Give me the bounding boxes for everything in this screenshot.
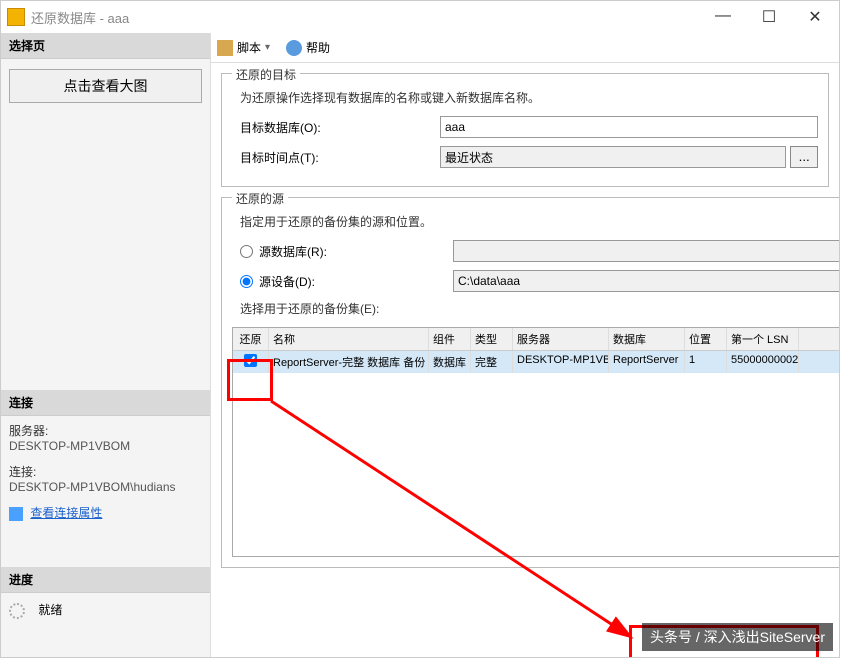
maximize-button[interactable]: ☐ bbox=[755, 7, 783, 27]
source-db-label: 源数据库(R): bbox=[259, 243, 453, 260]
grid-header-restore: 还原 bbox=[233, 328, 269, 350]
script-icon bbox=[217, 40, 233, 56]
source-db-field bbox=[453, 240, 839, 262]
grid-cell-server: DESKTOP-MP1VBOM bbox=[513, 351, 609, 373]
target-instruction: 为还原操作选择现有数据库的名称或键入新数据库名称。 bbox=[232, 89, 818, 106]
target-db-label: 目标数据库(O): bbox=[240, 119, 440, 136]
grid-header-name: 名称 bbox=[269, 328, 429, 350]
grid-header-firstlsn: 第一个 LSN bbox=[727, 328, 799, 350]
source-device-radio[interactable] bbox=[240, 275, 253, 288]
target-time-label: 目标时间点(T): bbox=[240, 149, 440, 166]
grid-cell-position: 1 bbox=[685, 351, 727, 373]
select-page-header: 选择页 bbox=[1, 33, 210, 59]
restore-checkbox[interactable] bbox=[244, 354, 257, 367]
restore-target-legend: 还原的目标 bbox=[232, 66, 300, 83]
server-label: 服务器: bbox=[9, 422, 202, 439]
grid-cell-component: 数据库 bbox=[429, 351, 471, 373]
backup-sets-label: 选择用于还原的备份集(E): bbox=[232, 300, 839, 317]
source-device-label: 源设备(D): bbox=[259, 273, 453, 290]
target-db-combo[interactable] bbox=[440, 116, 818, 138]
grid-header-position: 位置 bbox=[685, 328, 727, 350]
help-icon bbox=[286, 40, 302, 56]
grid-header-type: 类型 bbox=[471, 328, 513, 350]
grid-header-server: 服务器 bbox=[513, 328, 609, 350]
grid-header-component: 组件 bbox=[429, 328, 471, 350]
restore-target-group: 还原的目标 为还原操作选择现有数据库的名称或键入新数据库名称。 目标数据库(O)… bbox=[221, 73, 829, 187]
minimize-button[interactable]: — bbox=[709, 7, 737, 27]
grid-cell-type: 完整 bbox=[471, 351, 513, 373]
connection-label: 连接: bbox=[9, 463, 202, 480]
view-connection-props-link[interactable]: 查看连接属性 bbox=[30, 506, 102, 520]
close-button[interactable]: ✕ bbox=[801, 7, 829, 27]
help-button[interactable]: 帮助 bbox=[306, 39, 330, 56]
toolbar: 脚本 ▾ 帮助 bbox=[211, 33, 839, 63]
source-instruction: 指定用于还原的备份集的源和位置。 bbox=[232, 213, 839, 230]
window-icon bbox=[7, 8, 25, 26]
grid-header-database: 数据库 bbox=[609, 328, 685, 350]
target-time-browse-button[interactable]: ... bbox=[790, 146, 818, 168]
big-image-button[interactable]: 点击查看大图 bbox=[9, 69, 202, 103]
target-time-field bbox=[440, 146, 786, 168]
window-title: 还原数据库 - aaa bbox=[31, 8, 709, 27]
connection-header: 连接 bbox=[1, 390, 210, 416]
titlebar: 还原数据库 - aaa — ☐ ✕ bbox=[1, 1, 839, 33]
script-dropdown-icon[interactable]: ▾ bbox=[265, 42, 270, 53]
restore-source-group: 还原的源 指定用于还原的备份集的源和位置。 源数据库(R): bbox=[221, 197, 839, 568]
restore-source-legend: 还原的源 bbox=[232, 190, 288, 207]
source-device-field bbox=[453, 270, 839, 292]
connection-value: DESKTOP-MP1VBOM\hudians bbox=[9, 480, 202, 494]
progress-status: 就绪 bbox=[38, 603, 62, 617]
grid-cell-name: ReportServer-完整 数据库 备份 bbox=[269, 351, 429, 373]
watermark: 头条号 / 深入浅出SiteServer bbox=[642, 623, 833, 651]
grid-cell-database: ReportServer bbox=[609, 351, 685, 373]
sidebar: 选择页 点击查看大图 连接 服务器: DESKTOP-MP1VBOM 连接: D… bbox=[1, 33, 211, 657]
server-value: DESKTOP-MP1VBOM bbox=[9, 439, 202, 453]
grid-row[interactable]: ReportServer-完整 数据库 备份 数据库 完整 DESKTOP-MP… bbox=[233, 351, 839, 373]
source-db-radio[interactable] bbox=[240, 245, 253, 258]
grid-cell-firstlsn: 550000000021 bbox=[727, 351, 799, 373]
progress-header: 进度 bbox=[1, 567, 210, 593]
backup-sets-grid: 还原 名称 组件 类型 服务器 数据库 位置 第一个 LSN bbox=[232, 327, 839, 557]
link-icon bbox=[9, 507, 23, 521]
script-button[interactable]: 脚本 bbox=[237, 39, 261, 56]
spinner-icon bbox=[9, 603, 25, 619]
